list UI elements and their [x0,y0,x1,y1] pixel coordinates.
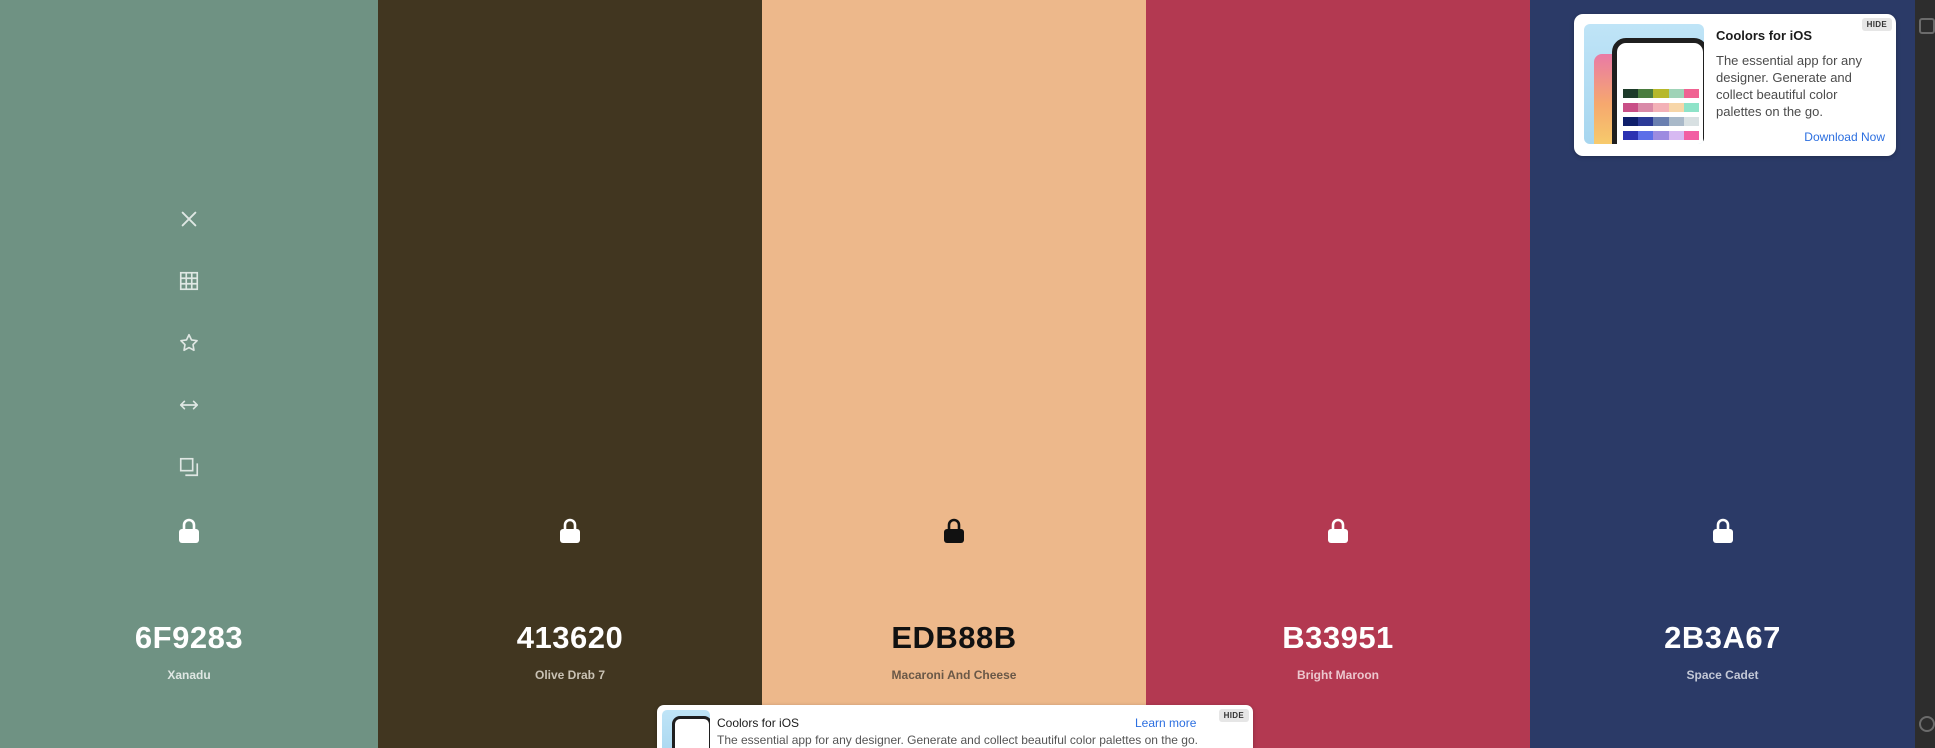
color-name: Bright Maroon [1297,668,1379,682]
right-sidebar-strip [1915,0,1935,748]
save-color-button[interactable] [175,329,203,357]
hex-code[interactable]: 6F9283 [0,620,378,656]
ad-phone-image [1584,24,1704,144]
color-name: Olive Drab 7 [534,668,606,682]
hex-code[interactable]: B33951 [1146,620,1530,656]
color-toolbar [175,205,203,515]
color-name: Macaroni And Cheese [891,668,1017,682]
ad-title: Coolors for iOS [1716,28,1813,43]
lock-icon [1328,518,1348,543]
remove-color-button[interactable] [175,205,203,233]
hex-code[interactable]: 2B3A67 [1530,620,1915,656]
ad-description: The essential app for any designer. Gene… [717,733,1198,747]
lock-button[interactable] [1710,516,1736,546]
hex-code[interactable]: EDB88B [762,620,1146,656]
hide-ad-button[interactable]: HIDE [1218,709,1249,722]
ad-title: Coolors for iOS [717,716,800,730]
lock-icon [944,518,964,543]
help-icon[interactable] [1919,716,1935,732]
learn-more-link[interactable]: Learn more [1135,716,1196,730]
view-shades-button[interactable] [175,267,203,295]
ios-ad-card[interactable]: Coolors for iOS The essential app for an… [1574,14,1896,156]
panel-toggle-icon[interactable] [1919,18,1935,34]
lock-icon [560,518,580,543]
bottom-ad-banner[interactable]: Coolors for iOS The essential app for an… [657,705,1253,748]
hide-ad-button[interactable]: HIDE [1861,18,1892,31]
lock-icon [179,518,199,543]
color-column-1[interactable]: 6F9283 Xanadu [0,0,378,748]
lock-icon [1712,518,1733,543]
drag-color-button[interactable] [175,391,203,419]
color-name: Space Cadet [1686,668,1759,682]
color-column-4[interactable]: B33951 Bright Maroon [1146,0,1530,748]
lock-button[interactable] [1325,516,1351,546]
color-name: Xanadu [167,668,211,682]
ad-thumbnail [662,710,710,748]
copy-icon [179,457,199,477]
hex-code[interactable]: 413620 [378,620,762,656]
close-icon [181,211,197,227]
copy-hex-button[interactable] [175,453,203,481]
star-icon [180,333,198,352]
lock-button[interactable] [176,516,202,546]
lock-button[interactable] [941,516,967,546]
lock-button[interactable] [557,516,583,546]
download-now-link[interactable]: Download Now [1804,130,1885,144]
color-column-2[interactable]: 413620 Olive Drab 7 [378,0,762,748]
color-column-3[interactable]: EDB88B Macaroni And Cheese [762,0,1146,748]
arrows-horizontal-icon [179,400,199,410]
grid-icon [179,271,199,291]
ad-description: The essential app for any designer. Gene… [1716,53,1862,119]
